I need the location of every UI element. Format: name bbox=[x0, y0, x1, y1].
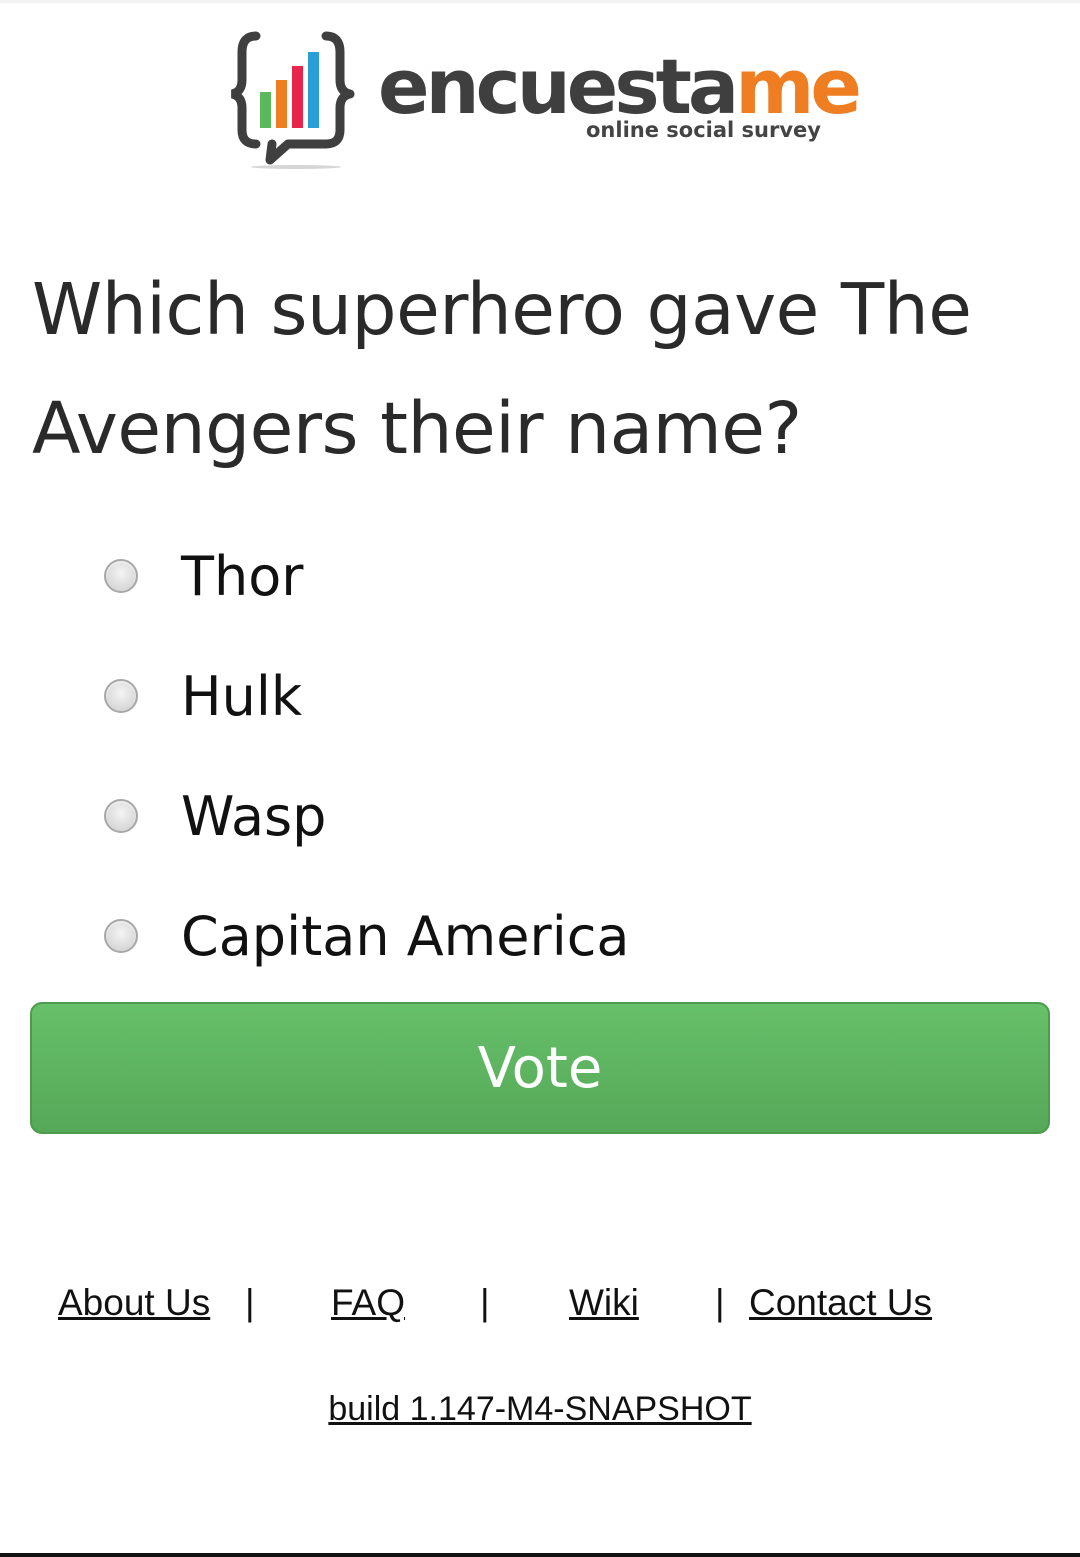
option-capitan-america[interactable]: Capitan America bbox=[104, 891, 629, 981]
encuestame-logo[interactable]: encuestame online social survey bbox=[226, 28, 862, 178]
footer-separator: | bbox=[480, 1282, 490, 1323]
footer-separator: | bbox=[245, 1282, 255, 1323]
radio-button[interactable] bbox=[104, 679, 138, 713]
radio-button[interactable] bbox=[104, 799, 138, 833]
bottom-border bbox=[0, 1553, 1080, 1557]
build-info: build 1.147-M4-SNAPSHOT bbox=[0, 1390, 1080, 1429]
option-label[interactable]: Hulk bbox=[181, 665, 302, 728]
option-label[interactable]: Thor bbox=[181, 545, 303, 608]
footer-separator: | bbox=[715, 1282, 725, 1323]
option-thor[interactable]: Thor bbox=[104, 531, 303, 621]
top-border bbox=[0, 0, 1080, 3]
option-label[interactable]: Wasp bbox=[181, 785, 326, 848]
option-wasp[interactable]: Wasp bbox=[104, 771, 326, 861]
build-version-link[interactable]: build 1.147-M4-SNAPSHOT bbox=[328, 1390, 751, 1428]
footer-link-faq[interactable]: FAQ bbox=[331, 1282, 405, 1324]
option-hulk[interactable]: Hulk bbox=[104, 651, 302, 741]
footer-link-about-us[interactable]: About Us bbox=[58, 1282, 210, 1324]
footer-link-wiki[interactable]: Wiki bbox=[569, 1282, 639, 1324]
vote-button-label[interactable]: Vote bbox=[478, 1036, 603, 1101]
question-title: Which superhero gave The Avengers their … bbox=[32, 268, 972, 470]
radio-button[interactable] bbox=[104, 919, 138, 953]
logo-tagline: online social survey bbox=[586, 118, 821, 142]
radio-button[interactable] bbox=[104, 559, 138, 593]
bar-chart-braces-icon bbox=[230, 31, 355, 169]
option-label[interactable]: Capitan America bbox=[181, 905, 629, 968]
vote-button[interactable]: Vote bbox=[30, 1002, 1050, 1134]
footer-link-contact-us[interactable]: Contact Us bbox=[749, 1282, 932, 1324]
